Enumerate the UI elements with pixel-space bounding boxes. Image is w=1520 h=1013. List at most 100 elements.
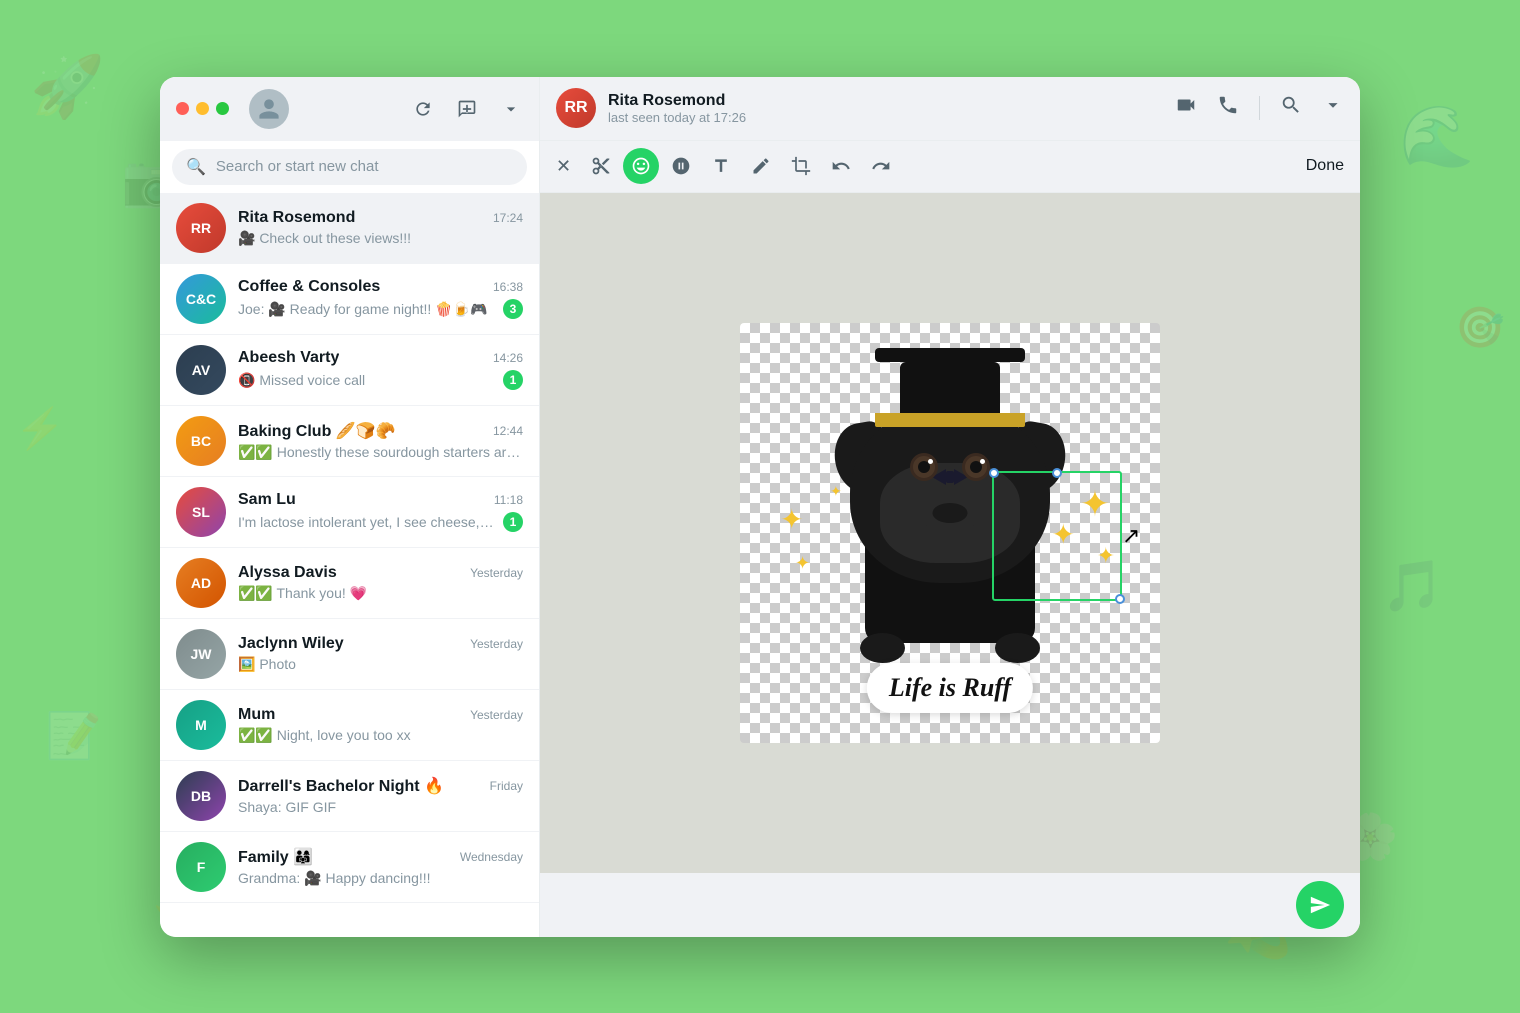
unread-badge-sam: 1 [503,512,523,532]
more-options-icon[interactable] [1322,94,1344,122]
chat-time-coffee: 16:38 [493,280,523,294]
handle-tc [1052,468,1062,478]
chat-time-darrells: Friday [490,779,523,793]
pug-image: Life is Ruff ✦ ✦ ✦ ✦ ✦ ✦ [740,323,1160,743]
text-tool-button[interactable] [703,148,739,184]
selection-box [992,471,1122,601]
chat-input-area [540,873,1360,937]
chat-item-jaclynn[interactable]: JW Jaclynn Wiley Yesterday 🖼️ Photo [160,619,539,690]
chat-body: Life is Ruff ✦ ✦ ✦ ✦ ✦ ✦ [540,193,1360,873]
maximize-traffic-light[interactable] [216,102,229,115]
chat-avatar-rita: RR [176,203,226,253]
chat-info-sam: Sam Lu 11:18 I'm lactose intolerant yet,… [238,491,523,532]
sticker-tool-button[interactable] [663,148,699,184]
chat-avatar-darrells: DB [176,771,226,821]
undo-button[interactable] [823,148,859,184]
cursor-arrow: ↖ [1122,523,1140,549]
new-chat-icon[interactable] [455,97,479,121]
traffic-lights [176,102,229,115]
chat-avatar-coffee: C&C [176,274,226,324]
crop-tool-button[interactable] [783,148,819,184]
video-call-icon[interactable] [1175,94,1197,122]
close-traffic-light[interactable] [176,102,189,115]
chat-info-alyssa: Alyssa Davis Yesterday ✅✅ Thank you! 💗 [238,564,523,602]
scissors-tool-button[interactable] [583,148,619,184]
chat-item-abeesh[interactable]: AV Abeesh Varty 14:26 📵 Missed voice cal… [160,335,539,406]
chat-header-name: Rita Rosemond [608,92,1163,110]
search-in-chat-icon[interactable] [1280,94,1302,122]
chat-info-family: Family 👨‍👩‍👧 Wednesday Grandma: 🎥 Happy … [238,847,523,887]
chat-item-darrells[interactable]: DB Darrell's Bachelor Night 🔥 Friday Sha… [160,761,539,832]
chat-item-family[interactable]: F Family 👨‍👩‍👧 Wednesday Grandma: 🎥 Happ… [160,832,539,903]
chat-main: RR Rita Rosemond last seen today at 17:2… [540,77,1360,937]
redo-button[interactable] [863,148,899,184]
chat-info-coffee: Coffee & Consoles 16:38 Joe: 🎥 Ready for… [238,278,523,319]
chat-info-jaclynn: Jaclynn Wiley Yesterday 🖼️ Photo [238,635,523,673]
chat-preview-family: Grandma: 🎥 Happy dancing!!! [238,870,523,887]
handle-tl [989,468,999,478]
chat-item-rita[interactable]: RR Rita Rosemond 17:24 🎥 Check out these… [160,193,539,264]
chat-name-alyssa: Alyssa Davis [238,564,337,582]
chat-avatar-family: F [176,842,226,892]
search-input[interactable] [216,158,513,175]
voice-call-icon[interactable] [1217,94,1239,122]
chat-avatar-mum: M [176,700,226,750]
chat-list: RR Rita Rosemond 17:24 🎥 Check out these… [160,193,539,937]
chat-name-abeesh: Abeesh Varty [238,349,339,367]
chat-name-family: Family 👨‍👩‍👧 [238,847,313,867]
chat-preview-jaclynn: 🖼️ Photo [238,656,523,673]
chat-item-alyssa[interactable]: AD Alyssa Davis Yesterday ✅✅ Thank you! … [160,548,539,619]
close-editor-button[interactable]: ✕ [556,156,571,177]
handle-br [1115,594,1125,604]
chat-time-sam: 11:18 [494,493,523,507]
chat-preview-darrells: Shaya: GIF GIF [238,799,523,815]
chat-avatar-alyssa: AD [176,558,226,608]
minimize-traffic-light[interactable] [196,102,209,115]
refresh-icon[interactable] [411,97,435,121]
chat-avatar-baking: BC [176,416,226,466]
sparkle-left-large: ✦ [780,503,803,536]
chat-name-sam: Sam Lu [238,491,296,509]
unread-badge-coffee: 3 [503,299,523,319]
send-button[interactable] [1296,881,1344,929]
chat-name-jaclynn: Jaclynn Wiley [238,635,344,653]
chat-name-baking: Baking Club 🥖🍞🥐 [238,421,396,441]
chat-info-rita: Rita Rosemond 17:24 🎥 Check out these vi… [238,209,523,247]
chat-preview-baking: ✅✅ Honestly these sourdough starters are… [238,444,523,461]
chat-time-alyssa: Yesterday [470,566,523,580]
user-avatar [249,89,289,129]
sidebar-header-icons [411,97,523,121]
sparkle-left-tiny: ✦ [830,483,842,500]
chat-item-sam[interactable]: SL Sam Lu 11:18 I'm lactose intolerant y… [160,477,539,548]
chat-preview-coffee: Joe: 🎥 Ready for game night!! 🍿🍺🎮 [238,301,497,318]
chat-info-mum: Mum Yesterday ✅✅ Night, love you too xx [238,706,523,744]
chat-time-family: Wednesday [460,850,523,864]
chat-header-info: Rita Rosemond last seen today at 17:26 [608,92,1163,125]
sidebar: 🔍 RR Rita Rosemond 17:24 🎥 Check out the… [160,77,540,937]
chat-time-rita: 17:24 [493,211,523,225]
chat-avatar-sam: SL [176,487,226,537]
chat-info-darrells: Darrell's Bachelor Night 🔥 Friday Shaya:… [238,776,523,815]
chat-time-jaclynn: Yesterday [470,637,523,651]
chat-time-abeesh: 14:26 [493,351,523,365]
chat-preview-alyssa: ✅✅ Thank you! 💗 [238,585,523,602]
chat-name-coffee: Coffee & Consoles [238,278,380,296]
chat-header: RR Rita Rosemond last seen today at 17:2… [540,77,1360,141]
chat-item-mum[interactable]: M Mum Yesterday ✅✅ Night, love you too x… [160,690,539,761]
chat-preview-rita: 🎥 Check out these views!!! [238,230,523,247]
chat-item-baking[interactable]: BC Baking Club 🥖🍞🥐 12:44 ✅✅ Honestly the… [160,406,539,477]
filter-icon[interactable] [499,97,523,121]
search-bar: 🔍 [160,141,539,193]
emoji-tool-button[interactable] [623,148,659,184]
header-divider [1259,96,1260,120]
sparkle-left-small: ✦ [795,553,810,574]
chat-item-coffee[interactable]: C&C Coffee & Consoles 16:38 Joe: 🎥 Ready… [160,264,539,335]
sidebar-header [160,77,539,141]
chat-avatar-jaclynn: JW [176,629,226,679]
sticker-canvas: Life is Ruff ✦ ✦ ✦ ✦ ✦ ✦ [740,323,1160,743]
chat-info-baking: Baking Club 🥖🍞🥐 12:44 ✅✅ Honestly these … [238,421,523,461]
done-button[interactable]: Done [1306,157,1344,175]
chat-time-baking: 12:44 [493,424,523,438]
chat-preview-mum: ✅✅ Night, love you too xx [238,727,523,744]
draw-tool-button[interactable] [743,148,779,184]
